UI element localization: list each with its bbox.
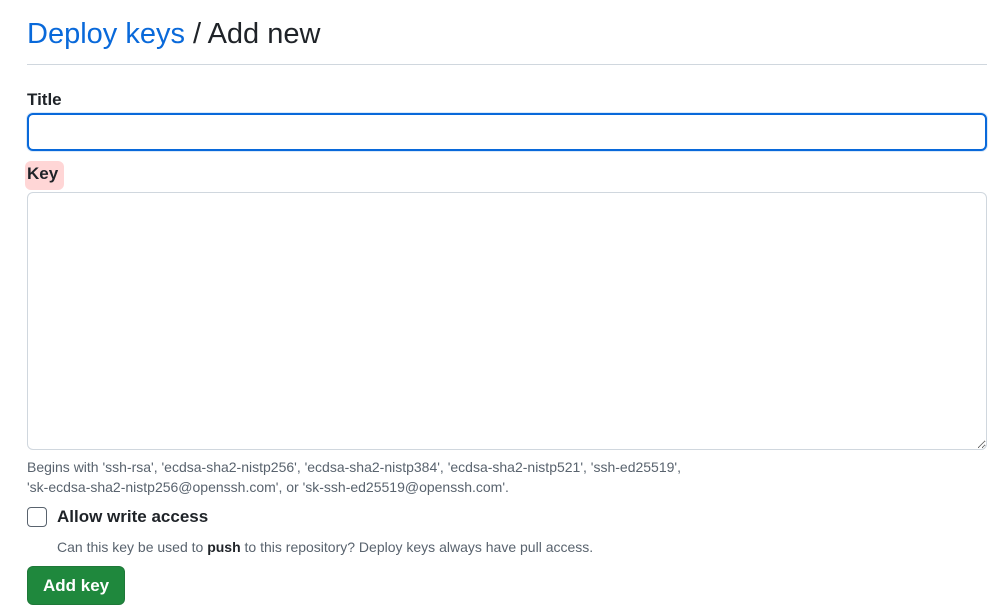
title-label: Title — [27, 90, 62, 109]
deploy-keys-link[interactable]: Deploy keys — [27, 18, 185, 50]
title-input[interactable] — [27, 113, 987, 151]
allow-write-note-after: to this repository? Deploy keys always h… — [240, 539, 594, 555]
allow-write-checkbox[interactable] — [27, 507, 47, 527]
heading-divider — [27, 64, 987, 65]
page-title: Add new — [207, 18, 321, 50]
allow-write-note-bold: push — [207, 539, 241, 555]
page-heading: Deploy keys / Add new — [27, 15, 320, 53]
allow-write-note-before: Can this key be used to — [57, 539, 208, 555]
add-key-button[interactable]: Add key — [27, 566, 126, 605]
key-textarea[interactable] — [27, 192, 987, 450]
key-label: Key — [27, 164, 59, 183]
allow-write-label[interactable]: Allow write access — [57, 507, 208, 527]
key-help-text: Begins with 'ssh-rsa', 'ecdsa-sha2-nistp… — [27, 457, 987, 497]
key-help-line-1: Begins with 'ssh-rsa', 'ecdsa-sha2-nistp… — [27, 459, 681, 475]
allow-write-note: Can this key be used to push to this rep… — [57, 537, 593, 557]
allow-write-row: Allow write access — [27, 507, 208, 527]
key-label-highlight: Key — [25, 161, 65, 190]
breadcrumb-separator: / — [193, 18, 202, 50]
key-help-line-2: 'sk-ecdsa-sha2-nistp256@openssh.com', or… — [27, 479, 509, 495]
